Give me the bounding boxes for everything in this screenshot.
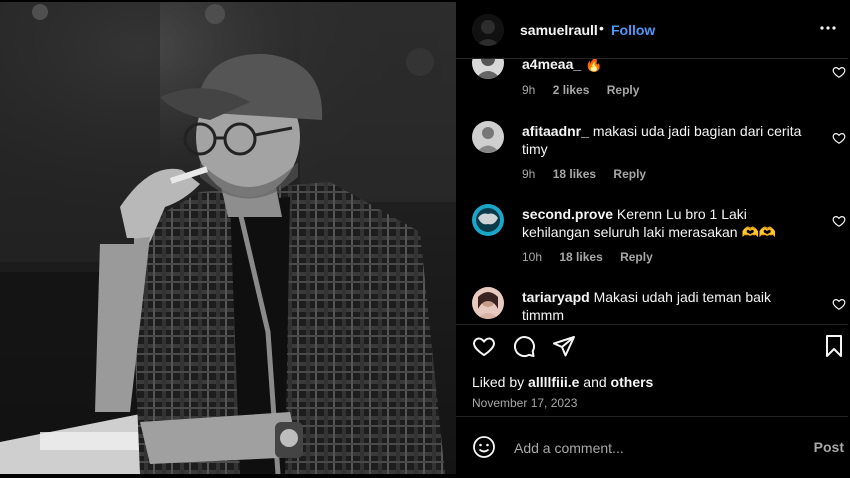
- bookmark-icon[interactable]: [822, 334, 846, 358]
- share-icon[interactable]: [552, 334, 576, 358]
- comment-username[interactable]: a4meaa_: [522, 59, 581, 72]
- comment-time: 9h: [522, 167, 536, 181]
- liked-prefix: Liked by: [472, 374, 525, 390]
- comment-time: 10h: [522, 250, 543, 264]
- commenter-avatar[interactable]: [472, 204, 504, 236]
- comment-time: 9h: [522, 83, 536, 97]
- instagram-post-view: samuelraull • Follow a4meaa_ 🔥 9h 2 like…: [0, 0, 850, 478]
- reply-button[interactable]: Reply: [620, 250, 653, 264]
- reply-button[interactable]: Reply: [607, 83, 640, 97]
- post-header: samuelraull • Follow: [456, 2, 848, 59]
- heart-icon[interactable]: [472, 334, 496, 358]
- comment-meta: 9h 18 likes Reply: [522, 167, 660, 181]
- comments-list[interactable]: a4meaa_ 🔥 9h 2 likes Reply afitaadnr_ ma…: [456, 59, 848, 324]
- comment-body: tariaryapd Makasi udah jadi teman baik t…: [522, 288, 812, 324]
- comment-body: second.prove Kerenn Lu bro 1 Laki kehila…: [522, 205, 812, 241]
- comment-item: tariaryapd Makasi udah jadi teman baik t…: [456, 287, 848, 324]
- author-avatar[interactable]: [472, 14, 504, 46]
- heart-icon[interactable]: [832, 297, 846, 311]
- heart-icon[interactable]: [832, 131, 846, 145]
- avatar-image: [472, 59, 504, 79]
- more-icon[interactable]: [816, 16, 840, 40]
- photo-grayscale: [0, 2, 456, 474]
- comment-likes[interactable]: 18 likes: [559, 250, 602, 264]
- header-separator: •: [599, 20, 604, 36]
- follow-button[interactable]: Follow: [611, 22, 655, 38]
- avatar-image: [472, 14, 504, 46]
- liked-by-line: Liked by allllfiii.e and others: [472, 374, 653, 390]
- comment-input[interactable]: [512, 437, 776, 459]
- comment-meta: 10h 18 likes Reply: [522, 250, 667, 264]
- reply-button[interactable]: Reply: [613, 167, 646, 181]
- comment-item: a4meaa_ 🔥 9h 2 likes Reply: [456, 59, 848, 103]
- post-date[interactable]: November 17, 2023: [472, 396, 577, 410]
- comment-icon[interactable]: [512, 334, 536, 358]
- liked-others-link[interactable]: others: [611, 374, 654, 390]
- comment-likes[interactable]: 18 likes: [553, 167, 596, 181]
- post-button[interactable]: Post: [814, 439, 844, 455]
- comment-username[interactable]: second.prove: [522, 206, 613, 222]
- comment-item: second.prove Kerenn Lu bro 1 Laki kehila…: [456, 204, 848, 274]
- commenter-avatar[interactable]: [472, 59, 504, 79]
- comment-body: a4meaa_ 🔥: [522, 59, 812, 73]
- avatar-image: [472, 287, 504, 319]
- comment-item: afitaadnr_ makasi uda jadi bagian dari c…: [456, 121, 848, 191]
- comment-text: 🔥: [585, 59, 603, 72]
- post-photo[interactable]: [0, 2, 456, 474]
- commenter-avatar[interactable]: [472, 287, 504, 319]
- comment-body: afitaadnr_ makasi uda jadi bagian dari c…: [522, 122, 812, 158]
- emoji-icon[interactable]: [472, 435, 496, 459]
- commenter-avatar[interactable]: [472, 121, 504, 153]
- comment-meta: 9h 2 likes Reply: [522, 83, 653, 97]
- comment-likes[interactable]: 2 likes: [553, 83, 590, 97]
- comment-username[interactable]: tariaryapd: [522, 289, 590, 305]
- avatar-image: [472, 204, 504, 236]
- author-username[interactable]: samuelraull: [520, 22, 598, 38]
- heart-icon[interactable]: [832, 214, 846, 228]
- heart-icon[interactable]: [832, 65, 846, 79]
- comment-composer: Post: [456, 416, 848, 474]
- liked-by-user[interactable]: allllfiii.e: [528, 374, 579, 390]
- avatar-image: [472, 121, 504, 153]
- comment-username[interactable]: afitaadnr_: [522, 123, 589, 139]
- post-sidebar: samuelraull • Follow a4meaa_ 🔥 9h 2 like…: [456, 2, 848, 474]
- liked-and: and: [583, 374, 607, 390]
